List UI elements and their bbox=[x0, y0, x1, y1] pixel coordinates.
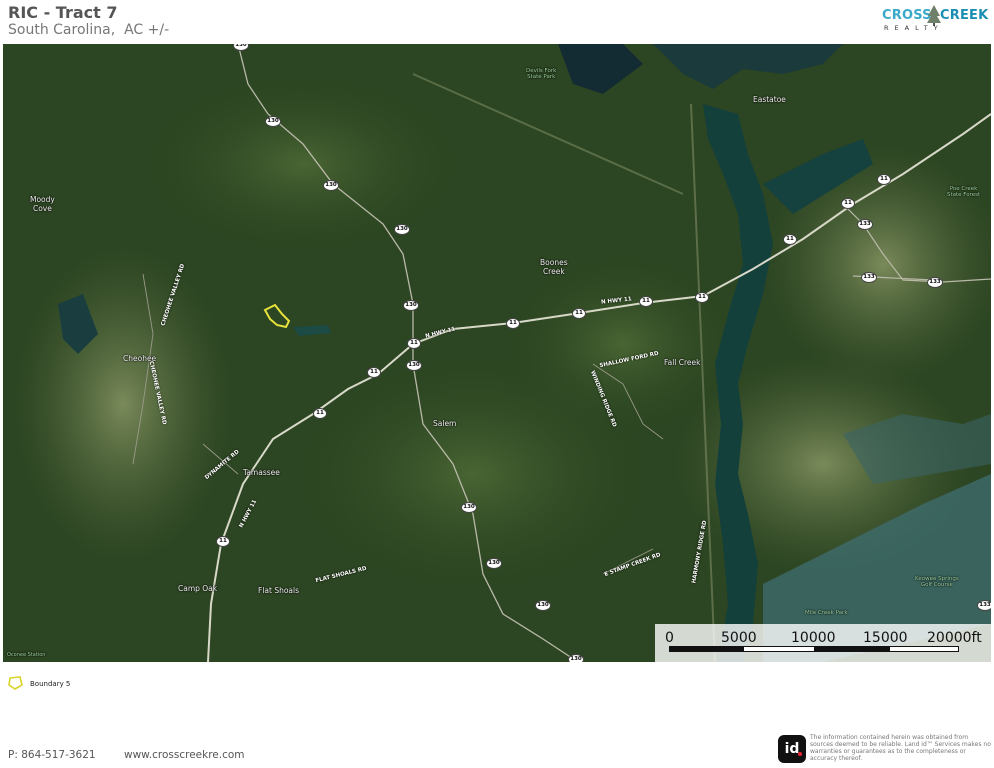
place-label-boones-creek: Boones Creek bbox=[540, 258, 568, 276]
route-shield: 130 bbox=[461, 502, 477, 513]
route-shield: 11 bbox=[572, 308, 586, 319]
route-shield: 130 bbox=[535, 600, 551, 611]
route-shield: 11 bbox=[506, 318, 520, 329]
phone-number: P: 864-517-3621 bbox=[8, 749, 96, 761]
route-shield: 130 bbox=[403, 300, 419, 311]
page-title: RIC - Tract 7 bbox=[8, 3, 118, 22]
route-shield: 11 bbox=[639, 296, 653, 307]
route-shield: 133 bbox=[977, 600, 991, 611]
logo-word-right: CREEK bbox=[940, 8, 989, 23]
logo-word-left: CROSS bbox=[882, 8, 932, 23]
route-shield: 11 bbox=[367, 367, 381, 378]
website-link[interactable]: www.crosscreekre.com bbox=[124, 749, 245, 761]
route-shield: 133 bbox=[927, 277, 943, 288]
route-shield: 11 bbox=[313, 408, 327, 419]
place-label-mile-creek-park: Mile Creek Park bbox=[805, 610, 848, 616]
route-shield: 133 bbox=[861, 272, 877, 283]
page-subtitle: South Carolina, AC +/- bbox=[8, 22, 170, 38]
route-shield: 130 bbox=[568, 654, 584, 662]
cross-creek-logo[interactable]: CROSS CREEK REALTY bbox=[882, 4, 989, 40]
route-shield: 11 bbox=[695, 292, 709, 303]
legend-label: Boundary 5 bbox=[30, 680, 71, 688]
place-label-keowee-springs: Keowee Springs Golf Course bbox=[915, 576, 959, 588]
logo-dot-icon bbox=[798, 752, 802, 756]
place-label-camp-oak: Camp Oak bbox=[178, 584, 218, 593]
scale-segment bbox=[889, 646, 959, 652]
route-shield: 130 bbox=[265, 116, 281, 127]
route-shield: 130 bbox=[486, 558, 502, 569]
place-label-moody-cove: Moody Cove bbox=[30, 195, 55, 213]
place-label-fall-creek: Fall Creek bbox=[664, 358, 701, 367]
scale-label: 5000 bbox=[721, 630, 757, 646]
scale-label: 15000 bbox=[863, 630, 908, 646]
disclaimer-text: The information contained herein was obt… bbox=[810, 734, 991, 762]
satellite-map[interactable]: Moody Cove Cheohee Tamassee Camp Oak Flat… bbox=[3, 44, 991, 662]
route-shield: 130 bbox=[394, 224, 410, 235]
place-label-flat-shoals: Flat Shoals bbox=[258, 586, 300, 595]
place-label-oconee-station: Oconee Station bbox=[7, 652, 46, 658]
scale-segment bbox=[815, 646, 889, 652]
place-label-eastatoe: Eastatoe bbox=[753, 95, 786, 104]
place-label-devils-fork: Devils Fork State Park bbox=[526, 68, 557, 80]
route-shield: 11 bbox=[407, 338, 421, 349]
route-shield: 130 bbox=[323, 180, 339, 191]
logo-tagline: REALTY bbox=[884, 24, 944, 32]
place-label-tamassee: Tamassee bbox=[243, 468, 280, 477]
route-shield: 11 bbox=[216, 536, 230, 547]
scale-bar: 0 5000 10000 15000 20000ft bbox=[655, 624, 991, 662]
header: RIC - Tract 7 South Carolina, AC +/- CRO… bbox=[0, 0, 994, 44]
route-shield: 11 bbox=[877, 174, 891, 185]
scale-label: 20000ft bbox=[927, 630, 982, 646]
place-label-salem: Salem bbox=[433, 419, 457, 428]
land-id-logo[interactable]: id bbox=[778, 735, 806, 763]
scale-segment bbox=[743, 646, 815, 652]
scale-segment bbox=[669, 646, 743, 652]
route-shield: 133 bbox=[857, 219, 873, 230]
route-shield: 11 bbox=[841, 198, 855, 209]
boundary-polygon-icon bbox=[8, 676, 23, 690]
scale-label: 10000 bbox=[791, 630, 836, 646]
route-shield: 130 bbox=[406, 360, 422, 371]
map-imagery bbox=[3, 44, 991, 662]
scale-label: 0 bbox=[665, 630, 674, 646]
route-shield: 11 bbox=[783, 234, 797, 245]
place-label-poe-creek: Poe Creek State Forest bbox=[947, 186, 981, 198]
